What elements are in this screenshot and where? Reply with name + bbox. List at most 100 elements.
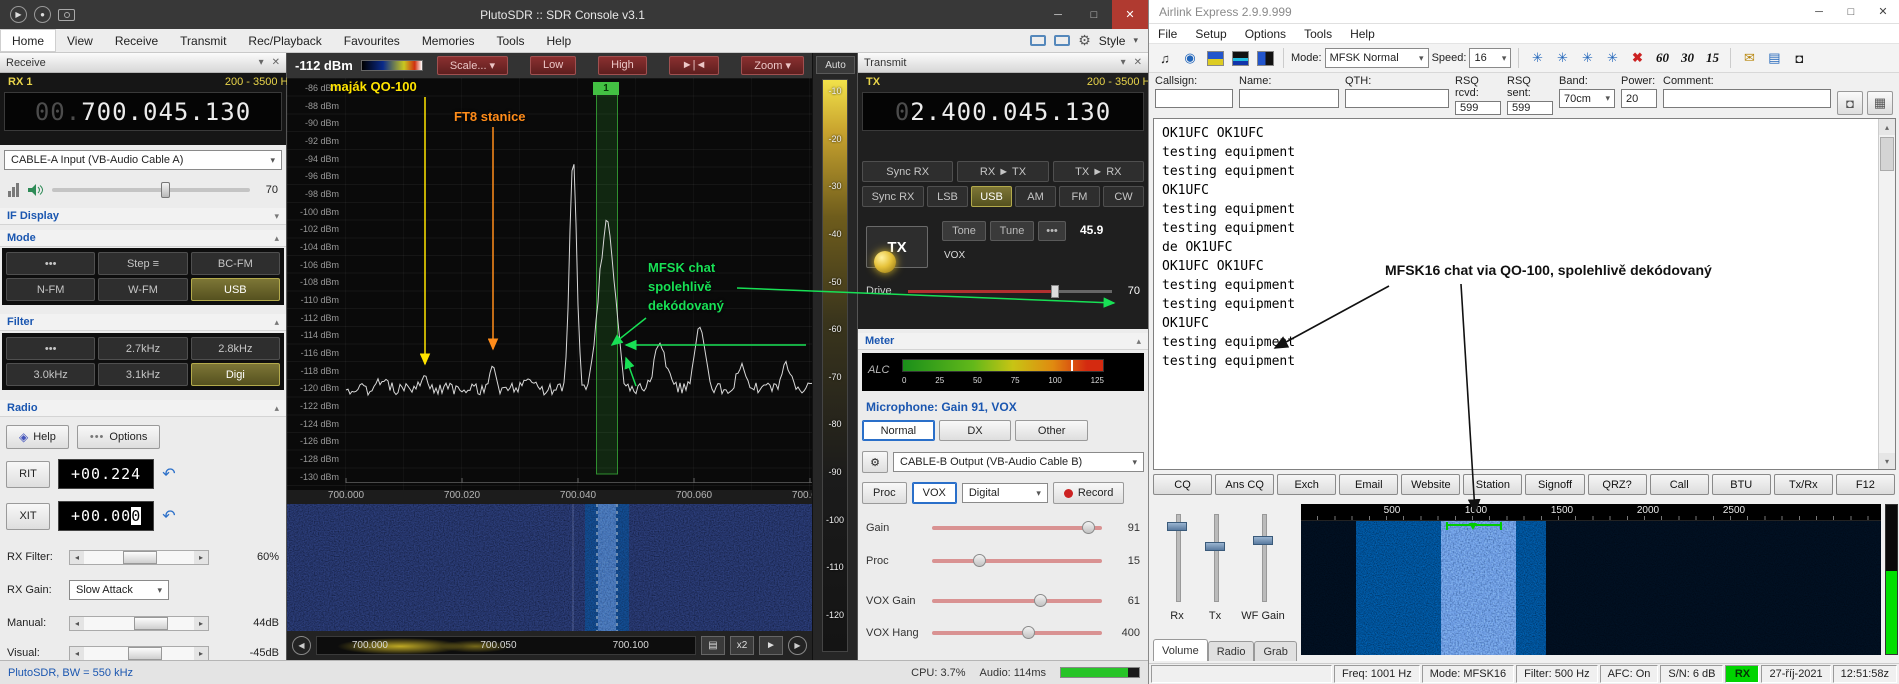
chevron-up-icon[interactable]: ▴ — [274, 403, 279, 414]
macro-button[interactable]: Call — [1650, 474, 1709, 495]
xit-undo-icon[interactable]: ↶ — [162, 506, 175, 526]
tx-frequency-display[interactable]: 02.400.045.130 — [862, 92, 1144, 131]
xit-button[interactable]: XIT — [6, 503, 50, 530]
macro-button[interactable]: CQ — [1153, 474, 1212, 495]
panel-icon-button[interactable]: ▤ — [701, 636, 725, 655]
audio-input-select[interactable]: CABLE-A Input (VB-Audio Cable A) ▾ — [4, 150, 282, 170]
tx-mode-button[interactable]: USB — [971, 186, 1012, 207]
chat-scrollbar[interactable]: ▴ ▾ — [1878, 119, 1895, 469]
record-button[interactable]: Record — [1053, 482, 1124, 504]
spectrum-toolbar-button[interactable]: ►|◄ — [669, 56, 720, 75]
timer-15-button[interactable]: 15 — [1701, 48, 1723, 68]
display-2-icon[interactable] — [1054, 35, 1070, 46]
receive-text-area[interactable]: OK1UFC OK1UFCtesting equipmenttesting eq… — [1153, 118, 1896, 470]
mode-button[interactable]: BC-FM — [191, 252, 280, 275]
filter-button[interactable]: 2.7kHz — [98, 337, 187, 360]
visual-gain-thumb[interactable] — [128, 647, 162, 660]
camera-icon[interactable] — [58, 9, 75, 21]
spectrum-toolbar-button[interactable]: Scale... ▾ — [437, 56, 508, 75]
record-icon[interactable]: ● — [34, 6, 51, 23]
scroll-right-icon[interactable]: ▸ — [194, 617, 208, 630]
maximize-button[interactable]: □ — [1076, 0, 1112, 29]
scroll-left-icon[interactable]: ◂ — [70, 551, 84, 564]
band-select[interactable]: 70cm▾ — [1559, 89, 1615, 108]
rsid-icon[interactable]: ✳ — [1526, 47, 1548, 69]
rx1-band-marker[interactable]: 1 — [593, 82, 619, 95]
chevron-up-icon[interactable]: ▴ — [274, 317, 279, 328]
wf-gain-slider[interactable] — [1253, 514, 1273, 602]
style-menu[interactable]: Style — [1099, 34, 1126, 48]
mode-button[interactable]: USB — [191, 278, 280, 301]
callsign-input[interactable] — [1155, 89, 1233, 108]
vox-hang-slider[interactable] — [932, 631, 1102, 635]
timer-30-button[interactable]: 30 — [1676, 48, 1698, 68]
ribbon-tab[interactable]: Memories — [411, 29, 486, 52]
tx-id-icon[interactable]: ✳ — [1551, 47, 1573, 69]
ribbon-tab[interactable]: Home — [0, 29, 56, 52]
timer-60-button[interactable]: 60 — [1651, 48, 1673, 68]
wf-gain-thumb[interactable] — [1253, 536, 1273, 545]
more-options-button[interactable]: ••• — [1038, 221, 1066, 241]
radio-section-header[interactable]: Radio ▴ — [0, 400, 286, 417]
scroll-left-icon[interactable]: ◂ — [70, 647, 84, 660]
filter-button[interactable]: 3.1kHz — [98, 363, 187, 386]
equalizer-icon[interactable] — [8, 183, 19, 197]
drive-slider-thumb[interactable] — [1051, 285, 1059, 298]
log-icon[interactable]: ▤ — [1763, 47, 1785, 69]
drive-slider[interactable] — [908, 290, 1112, 293]
waterfall-display[interactable] — [287, 504, 812, 631]
rx-volume-slider[interactable] — [1167, 514, 1187, 602]
ribbon-tab[interactable]: Help — [536, 29, 583, 52]
chevron-up-icon[interactable]: ▴ — [274, 233, 279, 244]
ribbon-tab[interactable]: Receive — [104, 29, 169, 52]
tx-sync-button[interactable]: Sync RX — [862, 161, 953, 182]
wrench-icon[interactable]: ⚙ — [862, 451, 888, 473]
filter-button[interactable]: ••• — [6, 337, 95, 360]
ribbon-tab[interactable]: Transmit — [169, 29, 237, 52]
menu-item[interactable]: Setup — [1186, 27, 1235, 41]
audio-monitor-icon[interactable]: ◉ — [1179, 47, 1201, 69]
tune-button[interactable]: Tune — [990, 221, 1034, 241]
tx-volume-slider[interactable] — [1205, 514, 1225, 602]
save-qso-button[interactable]: ◘ — [1837, 91, 1863, 115]
spectrum-display[interactable]: -86 dBm-88 dBm-90 dBm-92 dBm-94 dBm-96 d… — [287, 78, 812, 490]
macro-button[interactable]: F12 — [1836, 474, 1895, 495]
microphone-tab[interactable]: Normal — [862, 420, 935, 441]
scroll-right-icon[interactable]: ▸ — [194, 551, 208, 564]
vox-gain-slider[interactable] — [932, 599, 1102, 603]
spectrum-toolbar-button[interactable]: Low — [530, 56, 576, 75]
volume-slider[interactable] — [52, 188, 250, 192]
spectrum-view-icon[interactable] — [1229, 47, 1251, 69]
spectrum-toolbar-button[interactable]: Zoom ▾ — [741, 56, 804, 75]
rit-button[interactable]: RIT — [6, 461, 50, 488]
minimize-button[interactable]: ─ — [1803, 0, 1835, 23]
macro-button[interactable]: Exch — [1277, 474, 1336, 495]
airlink-waterfall[interactable]: 5001000150020002500 — [1301, 504, 1881, 655]
mode-button[interactable]: W-FM — [98, 278, 187, 301]
minimize-button[interactable]: ─ — [1040, 0, 1076, 29]
macro-button[interactable]: BTU — [1712, 474, 1771, 495]
email-icon[interactable]: ✉ — [1738, 47, 1760, 69]
filter-button[interactable]: Digi — [191, 363, 280, 386]
scroll-right-icon[interactable]: ▸ — [194, 647, 208, 660]
scroll-down-icon[interactable]: ▾ — [1879, 453, 1895, 469]
macro-button[interactable]: Station — [1463, 474, 1522, 495]
name-input[interactable] — [1239, 89, 1339, 108]
abort-tx-icon[interactable]: ✖ — [1626, 47, 1648, 69]
notes-icon[interactable]: ♫ — [1154, 47, 1176, 69]
auto-range-button[interactable]: Auto — [816, 56, 855, 74]
bottom-tab[interactable]: Grab — [1254, 641, 1296, 661]
manual-gain-scrollbar[interactable]: ◂ ▸ — [69, 616, 209, 631]
macro-button[interactable]: Ans CQ — [1215, 474, 1274, 495]
tx-mode-button[interactable]: LSB — [927, 186, 968, 207]
chevron-up-icon[interactable]: ▴ — [1136, 336, 1141, 347]
gain-slider-thumb[interactable] — [1082, 521, 1095, 534]
close-icon[interactable]: ✕ — [1134, 57, 1142, 68]
rx-frequency-display[interactable]: 00.700.045.130 — [4, 92, 282, 131]
step-forward-button[interactable]: ► — [759, 636, 783, 655]
ribbon-tab[interactable]: Favourites — [333, 29, 411, 52]
scroll-up-icon[interactable]: ▴ — [1879, 119, 1895, 135]
transmit-panel-header[interactable]: Transmit ▾ ✕ — [858, 53, 1148, 73]
tx-sync-button[interactable]: RX ► TX — [957, 161, 1048, 182]
tx-mode-button[interactable]: Sync RX — [862, 186, 924, 207]
